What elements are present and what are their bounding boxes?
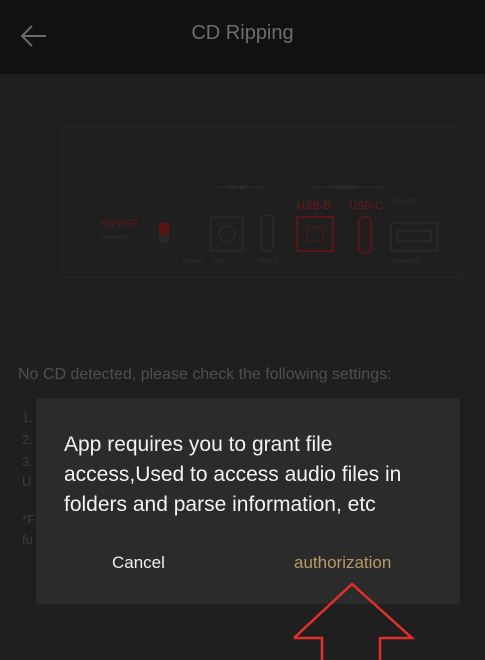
- ripper-sub-label: TRANSPORT: [101, 235, 132, 241]
- step-line: 1.: [22, 410, 33, 425]
- device-diagram-panel: RIPPER TRANSPORT DC IN RIPPER USB-A OTG …: [62, 126, 462, 278]
- usb-b-port-icon: [296, 216, 334, 252]
- ripper-label: RIPPER: [101, 219, 138, 230]
- dc5v-label: DC5V: [213, 259, 227, 265]
- step-line: 2.: [22, 432, 33, 447]
- cancel-button[interactable]: Cancel: [112, 553, 165, 573]
- usb-b-label: USB-B: [297, 200, 331, 212]
- ripper-switch-icon: [159, 223, 169, 235]
- usb-a-port-icon: [390, 222, 438, 252]
- no-cd-notice: No CD detected, please check the followi…: [18, 366, 392, 383]
- step-line: 3.: [22, 454, 33, 469]
- device-port-diagram: RIPPER TRANSPORT DC IN RIPPER USB-A OTG …: [101, 186, 438, 265]
- up-arrow-annotation-icon: [293, 582, 416, 660]
- note-line: fu: [22, 532, 33, 547]
- usb-a-label: USB-A OTG: [389, 199, 416, 205]
- type-c-label: TYPE-C: [259, 259, 278, 265]
- header-bar: CD Ripping: [0, 0, 485, 74]
- usb-audio-label: USB AUDIO: [393, 259, 420, 265]
- ripper-group-label: RIPPER: [335, 186, 358, 192]
- step-line: U: [22, 474, 32, 489]
- dc-port-icon: [210, 216, 244, 252]
- usb-c-label: USB-C: [349, 200, 383, 212]
- power-label: POWER: [183, 259, 202, 265]
- authorization-button[interactable]: authorization: [294, 553, 391, 573]
- permission-dialog: App requires you to grant file access,Us…: [36, 398, 460, 604]
- page-title: CD Ripping: [191, 22, 294, 44]
- usb-c-port-icon: [358, 216, 372, 254]
- dc-in-label: DC IN: [229, 186, 245, 192]
- note-line: *F: [22, 512, 35, 527]
- type-c-port-icon: [260, 214, 274, 252]
- dialog-message: App requires you to grant file access,Us…: [64, 433, 402, 516]
